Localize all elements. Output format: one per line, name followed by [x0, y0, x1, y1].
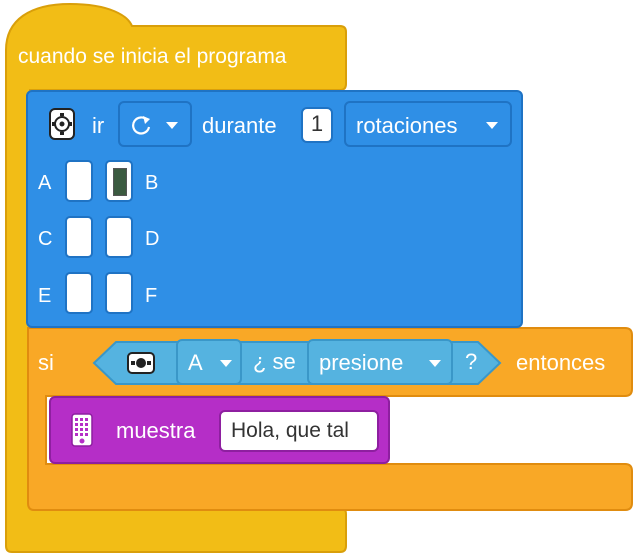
motor-icon — [49, 108, 75, 140]
amount-input[interactable]: 1 — [301, 107, 333, 143]
port-d-checkbox[interactable] — [105, 216, 133, 258]
light-matrix-icon — [71, 413, 93, 447]
direction-dropdown[interactable] — [118, 101, 192, 147]
display-text-input[interactable]: Hola, que tal — [219, 410, 379, 452]
then-keyword: entonces — [516, 350, 606, 375]
sensor-state-dropdown[interactable]: presione — [307, 339, 453, 385]
port-e-checkbox[interactable] — [65, 272, 93, 314]
unit-value: rotaciones — [356, 113, 458, 138]
port-f-checkbox[interactable] — [105, 272, 133, 314]
port-b-checkbox[interactable] — [105, 160, 133, 202]
port-label-c: C — [38, 228, 53, 250]
duration-word: durante — [202, 113, 277, 138]
sensor-port-dropdown[interactable]: A — [176, 339, 242, 385]
unit-dropdown[interactable]: rotaciones — [344, 101, 512, 147]
port-c-checkbox[interactable] — [65, 216, 93, 258]
port-label-d: D — [145, 228, 160, 250]
chevron-down-icon — [429, 360, 441, 367]
port-label-b: B — [145, 172, 159, 194]
force-sensor-icon — [127, 352, 155, 374]
port-a-checkbox[interactable] — [65, 160, 93, 202]
if-keyword: si — [38, 350, 54, 375]
question-close-label: ? — [465, 349, 478, 374]
display-verb: muestra — [116, 418, 196, 443]
port-label-e: E — [38, 285, 52, 307]
sensor-state-value: presione — [319, 350, 404, 375]
sensor-port-value: A — [188, 350, 203, 375]
port-label-f: F — [145, 285, 158, 307]
question-open-label: ¿ se — [253, 349, 296, 374]
rotate-clockwise-icon — [132, 116, 151, 135]
chevron-down-icon — [166, 122, 178, 129]
port-label-a: A — [38, 172, 52, 194]
chevron-down-icon — [220, 360, 232, 367]
motor-verb: ir — [92, 113, 105, 138]
chevron-down-icon — [486, 122, 498, 129]
port-b-selected-indicator — [113, 168, 127, 196]
